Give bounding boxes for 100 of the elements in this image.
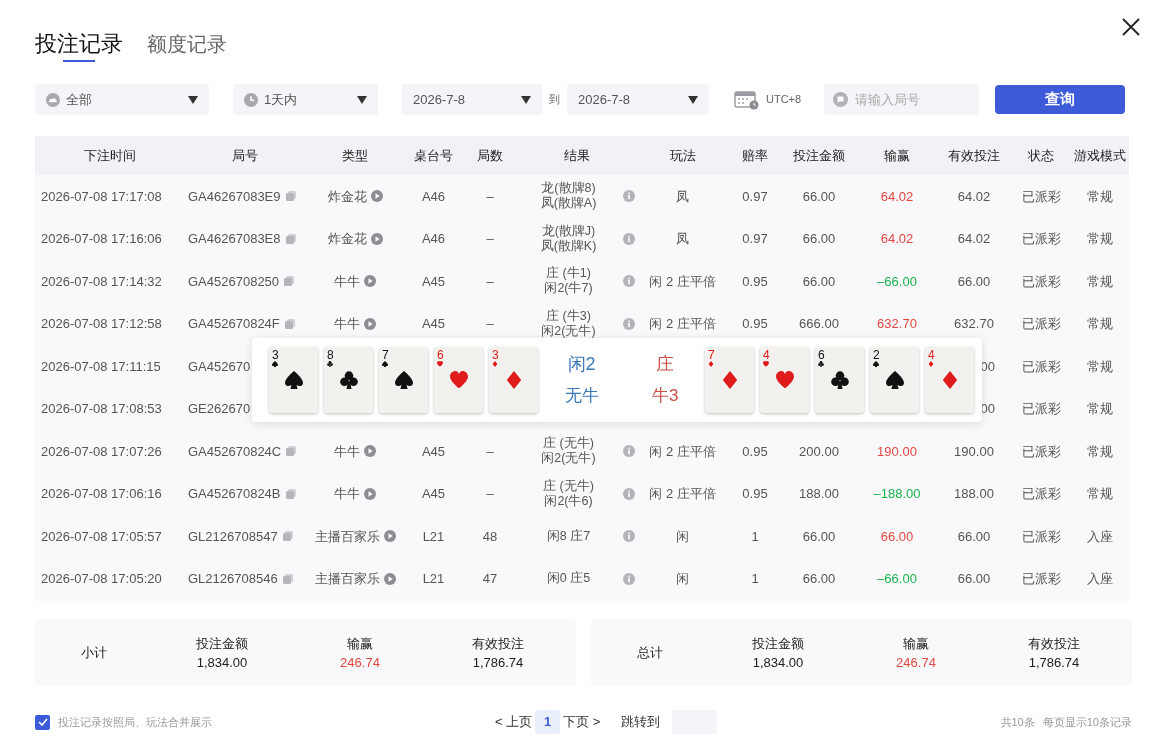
- page-button[interactable]: 1: [535, 710, 561, 734]
- hand-name: 闲2: [567, 353, 596, 376]
- play-icon[interactable]: [370, 190, 383, 203]
- result-line: 庄 (牛3): [546, 308, 591, 324]
- query-button[interactable]: 查询: [995, 85, 1126, 114]
- game-type: 牛牛: [334, 315, 360, 333]
- info-icon[interactable]: [622, 487, 635, 500]
- effective-bet: 632.70: [954, 315, 994, 333]
- odds: 0.95: [742, 442, 768, 461]
- effective-bet: 64.02: [957, 230, 991, 248]
- copy-icon[interactable]: [284, 318, 295, 329]
- next-page-button[interactable]: 下页 >: [563, 712, 601, 732]
- card-rank: 2: [873, 349, 880, 361]
- previous-page-button[interactable]: < 上页: [495, 712, 533, 732]
- stat-label: 输赢: [903, 634, 929, 653]
- stat-label: 投注金额: [752, 634, 804, 653]
- card-rank: 7: [708, 349, 715, 361]
- result-line: 闲2(牛7): [544, 281, 593, 297]
- tab[interactable]: 额度记录: [147, 30, 227, 62]
- play-icon[interactable]: [364, 487, 376, 500]
- play-icon[interactable]: [383, 530, 396, 543]
- bet-amount: 66.00: [802, 187, 836, 206]
- info-icon[interactable]: [622, 530, 635, 543]
- column-header: 下注时间: [84, 146, 136, 165]
- play-icon[interactable]: [364, 317, 376, 330]
- bet-time: 2026-07-08 17:05:57: [41, 527, 162, 546]
- round-search-field[interactable]: 请输入局号: [824, 84, 980, 115]
- column-header: 结果: [563, 146, 590, 165]
- stat-value: 1,834.00: [196, 653, 248, 672]
- result-line: 庄 (无牛): [543, 436, 594, 451]
- summary-label: 总计: [636, 643, 664, 662]
- round-id: GL2126708547: [188, 527, 278, 546]
- result-line: 闲0 庄5: [546, 571, 591, 587]
- calendar-icon[interactable]: [734, 89, 759, 110]
- bet-option: 凤: [676, 186, 689, 206]
- period-dropdown[interactable]: 1天内: [233, 84, 378, 115]
- clock-icon: [244, 92, 258, 107]
- play-icon[interactable]: [370, 232, 383, 245]
- club-icon: [830, 371, 849, 389]
- info-icon[interactable]: [622, 190, 635, 203]
- copy-icon[interactable]: [286, 446, 297, 457]
- copy-icon[interactable]: [285, 191, 296, 202]
- table-number: A46: [421, 230, 446, 248]
- summary-label: 小计: [80, 643, 108, 662]
- game-mode: 常规: [1086, 442, 1113, 461]
- card-rank: 4: [763, 349, 770, 361]
- info-icon[interactable]: [622, 572, 635, 585]
- stat-label: 投注金额: [196, 634, 248, 653]
- close-icon: [1122, 18, 1140, 36]
- game-type: 主播百家乐: [314, 527, 380, 546]
- diamond-icon: [928, 361, 935, 367]
- copy-icon[interactable]: [284, 276, 295, 287]
- table-number: L21: [422, 570, 445, 588]
- result-line: 龙(散牌8): [541, 181, 596, 196]
- status: 已派彩: [1021, 527, 1061, 546]
- game-type: 牛牛: [334, 485, 360, 503]
- effective-bet: 64.02: [957, 187, 991, 206]
- tab[interactable]: 投注记录: [35, 30, 123, 62]
- card-rank: 8: [327, 349, 334, 361]
- copy-icon[interactable]: [282, 573, 293, 584]
- info-icon[interactable]: [622, 317, 635, 330]
- info-icon[interactable]: [622, 275, 635, 288]
- copy-icon[interactable]: [285, 233, 296, 244]
- bet-option: 闲 2 庄平倍: [649, 271, 716, 291]
- copy-icon[interactable]: [282, 531, 293, 542]
- win-loss: 632.70: [877, 315, 917, 333]
- table-number: A45: [421, 485, 446, 503]
- play-icon[interactable]: [383, 572, 396, 585]
- effective-bet: 66.00: [957, 272, 991, 291]
- end-date-dropdown[interactable]: 2026-7-8: [567, 84, 709, 115]
- club-icon: [818, 361, 825, 367]
- column-header: 输赢: [884, 146, 910, 165]
- round-id: GA46267083E8: [188, 230, 281, 248]
- spade-icon: [284, 371, 303, 389]
- column-header: 有效投注: [948, 146, 1000, 165]
- start-date-dropdown[interactable]: 2026-7-8: [402, 84, 542, 115]
- result-line: 闲2(无牛): [541, 451, 596, 467]
- close-button[interactable]: [1121, 17, 1141, 37]
- bet-time: 2026-07-08 17:06:16: [41, 485, 162, 503]
- round-count: –: [486, 272, 494, 291]
- category-dropdown[interactable]: 全部: [35, 84, 209, 115]
- info-icon[interactable]: [622, 232, 635, 245]
- to-label: 到: [549, 92, 560, 108]
- copy-icon[interactable]: [285, 488, 296, 499]
- win-loss: 64.02: [880, 230, 914, 248]
- info-icon[interactable]: [622, 445, 635, 458]
- game-mode: 常规: [1086, 400, 1113, 418]
- merge-checkbox[interactable]: [35, 714, 50, 730]
- bet-amount: 188.00: [799, 485, 839, 503]
- total-count: 共10条: [1000, 714, 1035, 730]
- play-icon[interactable]: [364, 275, 376, 288]
- stat-value: 246.74: [340, 653, 380, 672]
- play-icon[interactable]: [364, 445, 376, 458]
- stat-value: 1,786.74: [1028, 653, 1080, 672]
- game-mode: 常规: [1086, 485, 1113, 503]
- round-count: –: [486, 485, 494, 503]
- column-header: 类型: [342, 146, 368, 165]
- game-mode: 常规: [1086, 357, 1113, 376]
- status: 已派彩: [1021, 442, 1061, 461]
- diamond-icon: [504, 371, 523, 389]
